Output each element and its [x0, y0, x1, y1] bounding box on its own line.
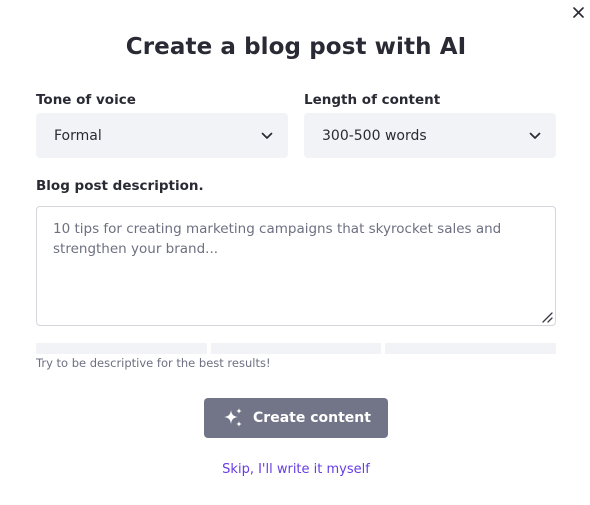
blog-post-description-label: Blog post description.	[36, 178, 204, 194]
description-strength-segment	[385, 343, 556, 354]
length-of-content-label: Length of content	[304, 92, 441, 108]
tone-of-voice-label: Tone of voice	[36, 92, 136, 108]
tone-of-voice-select[interactable]: Formal	[36, 113, 288, 158]
sparkles-icon	[221, 406, 245, 430]
resize-handle-icon[interactable]	[541, 311, 553, 323]
create-blog-post-dialog: Create a blog post with AI Tone of voice…	[0, 0, 590, 505]
create-content-label: Create content	[253, 410, 371, 426]
description-strength-segment	[36, 343, 207, 354]
close-icon	[572, 6, 584, 18]
length-of-content-select[interactable]: 300-500 words	[304, 113, 556, 158]
description-textarea-container	[36, 206, 556, 326]
length-of-content-value: 300-500 words	[322, 127, 427, 144]
chevron-down-icon	[528, 129, 542, 143]
tone-of-voice-value: Formal	[54, 127, 102, 144]
blog-post-description-textarea[interactable]	[37, 207, 555, 325]
skip-write-myself-link[interactable]: Skip, I'll write it myself	[0, 462, 590, 477]
description-strength-segment	[211, 343, 381, 354]
chevron-down-icon	[260, 129, 274, 143]
close-button[interactable]	[569, 3, 587, 21]
description-hint: Try to be descriptive for the best resul…	[36, 356, 271, 370]
create-content-button[interactable]: Create content	[204, 398, 388, 438]
dialog-title: Create a blog post with AI	[125, 34, 467, 60]
